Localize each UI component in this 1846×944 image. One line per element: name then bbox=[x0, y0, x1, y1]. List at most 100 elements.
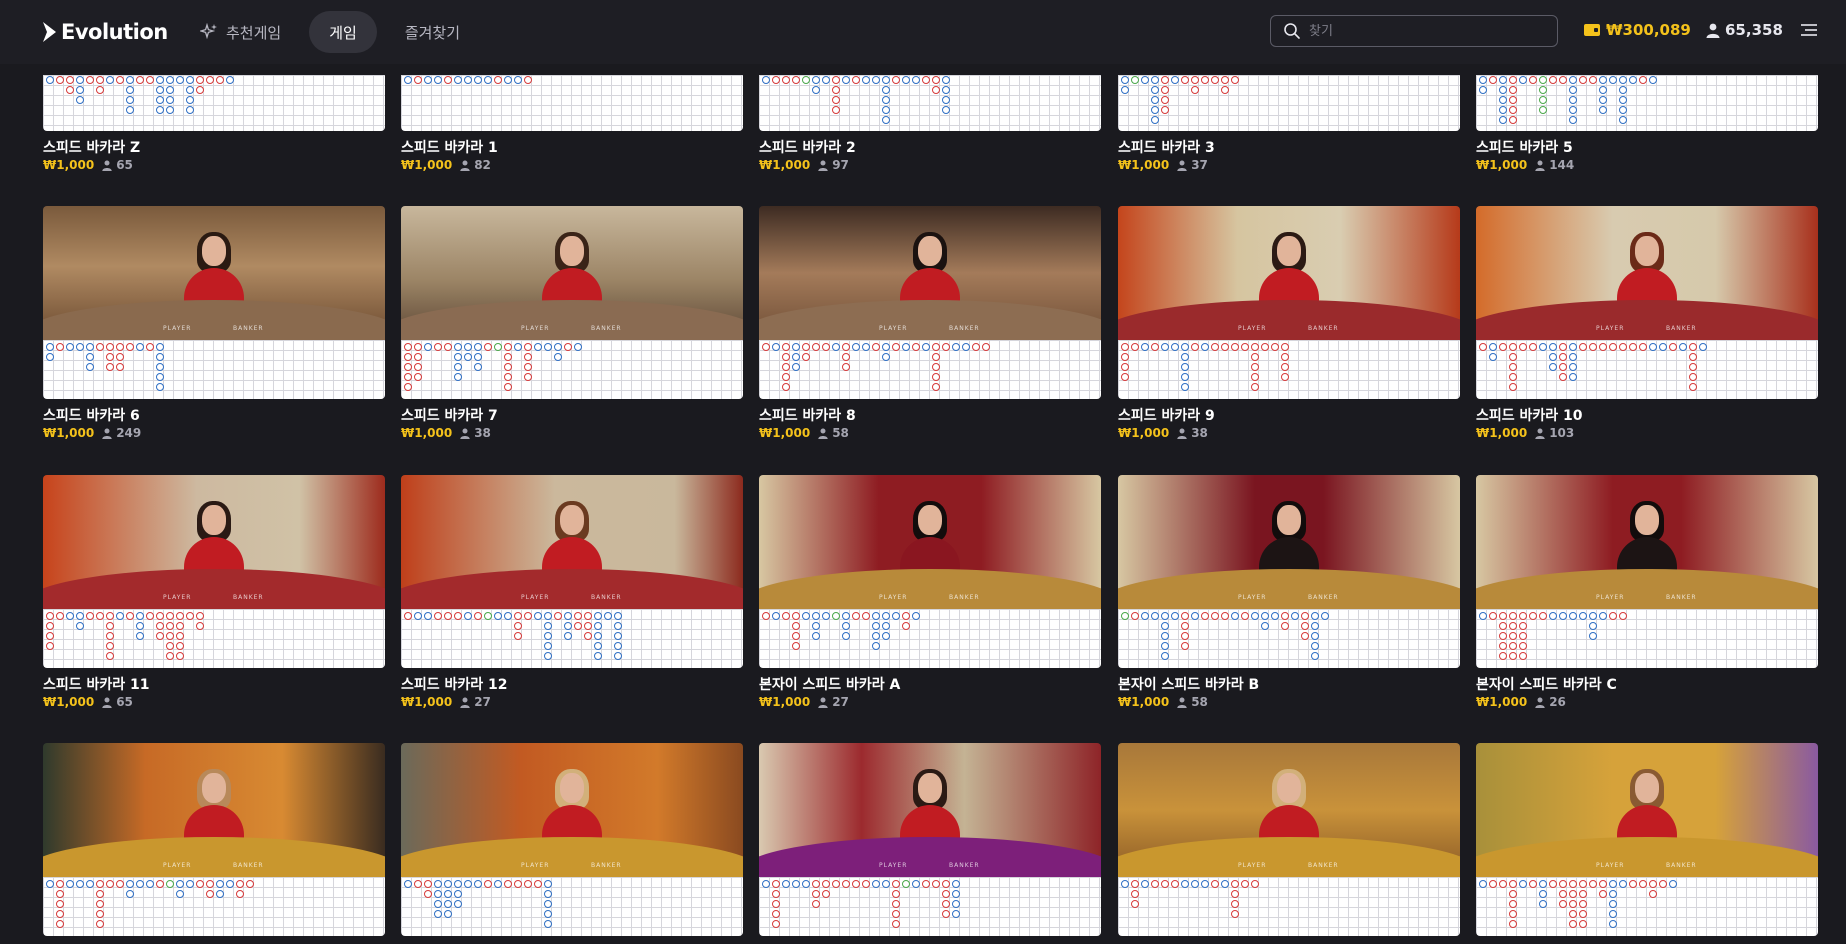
bead-marker bbox=[206, 890, 214, 898]
bead-marker bbox=[146, 612, 154, 620]
bead-marker bbox=[1599, 86, 1607, 94]
table-banker-label: BANKER bbox=[1308, 594, 1339, 601]
game-title[interactable]: 스피드 바카라 10 bbox=[1476, 405, 1583, 425]
bead-road bbox=[43, 75, 385, 131]
player-count-value: 82 bbox=[474, 158, 491, 172]
dealer-thumbnail[interactable]: PLAYER BANKER bbox=[43, 743, 385, 877]
bead-marker bbox=[762, 612, 770, 620]
bead-marker bbox=[46, 353, 54, 361]
search-box[interactable] bbox=[1270, 15, 1558, 47]
bead-marker bbox=[1151, 612, 1159, 620]
balance-display[interactable]: ₩300,089 bbox=[1584, 21, 1691, 39]
player-count: 37 bbox=[1177, 158, 1208, 172]
bead-marker bbox=[1261, 622, 1269, 630]
bead-marker bbox=[544, 612, 552, 620]
bead-marker bbox=[96, 890, 104, 898]
bead-marker bbox=[1629, 343, 1637, 351]
bead-marker bbox=[444, 880, 452, 888]
dealer-thumbnail[interactable]: PLAYER BANKER bbox=[1118, 475, 1460, 609]
dealer-thumbnail[interactable]: PLAYER BANKER bbox=[759, 743, 1101, 877]
bead-marker bbox=[156, 363, 164, 371]
nav-item-favorites[interactable]: 즐겨찾기 bbox=[385, 11, 480, 53]
dealer-scene: PLAYER BANKER bbox=[1118, 206, 1460, 340]
bead-marker bbox=[872, 76, 880, 84]
user-icon bbox=[102, 428, 112, 439]
bead-marker bbox=[1489, 612, 1497, 620]
bead-marker bbox=[782, 612, 790, 620]
evolution-logo[interactable]: Evolution bbox=[42, 18, 168, 46]
bead-marker bbox=[1569, 910, 1577, 918]
bead-marker bbox=[1211, 76, 1219, 84]
game-title[interactable]: 스피드 바카라 11 bbox=[43, 674, 150, 694]
bead-marker bbox=[494, 343, 502, 351]
game-title[interactable]: 스피드 바카라 9 bbox=[1118, 405, 1215, 425]
bead-marker bbox=[156, 383, 164, 391]
bead-marker bbox=[1161, 642, 1169, 650]
dealer-thumbnail[interactable]: PLAYER BANKER bbox=[1476, 475, 1818, 609]
bead-marker bbox=[782, 76, 790, 84]
bead-marker bbox=[504, 343, 512, 351]
bead-marker bbox=[414, 353, 422, 361]
table-player-label: PLAYER bbox=[879, 325, 908, 332]
game-title[interactable]: 스피드 바카라 8 bbox=[759, 405, 856, 425]
bead-marker bbox=[1509, 890, 1517, 898]
bead-marker bbox=[1251, 343, 1259, 351]
player-count-value: 97 bbox=[832, 158, 849, 172]
dealer-thumbnail[interactable]: PLAYER BANKER bbox=[1476, 206, 1818, 340]
table-player-label: PLAYER bbox=[1596, 862, 1625, 869]
bead-marker bbox=[56, 920, 64, 928]
bead-marker bbox=[792, 622, 800, 630]
bead-marker bbox=[404, 373, 412, 381]
bead-marker bbox=[872, 622, 880, 630]
game-meta: ₩1,000 27 bbox=[401, 695, 491, 709]
bead-marker bbox=[1311, 652, 1319, 660]
min-bet: ₩1,000 bbox=[759, 426, 811, 440]
nav-item-games[interactable]: 게임 bbox=[309, 11, 377, 53]
game-title[interactable]: 본자이 스피드 바카라 C bbox=[1476, 674, 1617, 694]
user-icon bbox=[460, 160, 470, 171]
menu-icon[interactable] bbox=[1800, 22, 1818, 38]
dealer-thumbnail[interactable]: PLAYER BANKER bbox=[401, 475, 743, 609]
game-meta: ₩1,000 82 bbox=[401, 158, 491, 172]
bead-marker bbox=[544, 880, 552, 888]
bead-marker bbox=[862, 612, 870, 620]
bead-marker bbox=[156, 76, 164, 84]
bead-marker bbox=[116, 343, 124, 351]
bead-marker bbox=[1559, 343, 1567, 351]
dealer-thumbnail[interactable]: PLAYER BANKER bbox=[43, 206, 385, 340]
dealer-scene: PLAYER BANKER bbox=[759, 206, 1101, 340]
min-bet: ₩1,000 bbox=[1476, 158, 1528, 172]
dealer-thumbnail[interactable]: PLAYER BANKER bbox=[43, 475, 385, 609]
dealer-thumbnail[interactable]: PLAYER BANKER bbox=[401, 743, 743, 877]
bead-marker bbox=[1191, 612, 1199, 620]
bead-marker bbox=[1509, 652, 1517, 660]
dealer-thumbnail[interactable]: PLAYER BANKER bbox=[401, 206, 743, 340]
bead-marker bbox=[1311, 622, 1319, 630]
table-player-label: PLAYER bbox=[163, 325, 192, 332]
bead-marker bbox=[1181, 343, 1189, 351]
nav-item-recommended[interactable]: 추천게임 bbox=[180, 11, 301, 53]
game-title[interactable]: 본자이 스피드 바카라 B bbox=[1118, 674, 1259, 694]
bead-marker bbox=[872, 612, 880, 620]
search-input[interactable] bbox=[1309, 23, 1549, 39]
bead-marker bbox=[1619, 343, 1627, 351]
dealer-thumbnail[interactable]: PLAYER BANKER bbox=[1118, 743, 1460, 877]
bead-marker bbox=[404, 363, 412, 371]
game-title[interactable]: 스피드 바카라 1 bbox=[401, 137, 498, 157]
dealer-thumbnail[interactable]: PLAYER BANKER bbox=[759, 206, 1101, 340]
game-meta: ₩1,000 38 bbox=[1118, 426, 1208, 440]
dealer-thumbnail[interactable]: PLAYER BANKER bbox=[759, 475, 1101, 609]
game-title[interactable]: 스피드 바카라 Z bbox=[43, 137, 140, 157]
dealer-thumbnail[interactable]: PLAYER BANKER bbox=[1476, 743, 1818, 877]
game-title[interactable]: 스피드 바카라 5 bbox=[1476, 137, 1573, 157]
game-title[interactable]: 스피드 바카라 12 bbox=[401, 674, 508, 694]
dealer-thumbnail[interactable]: PLAYER BANKER bbox=[1118, 206, 1460, 340]
bead-marker bbox=[1131, 900, 1139, 908]
game-title[interactable]: 본자이 스피드 바카라 A bbox=[759, 674, 900, 694]
bead-marker bbox=[922, 76, 930, 84]
game-title[interactable]: 스피드 바카라 6 bbox=[43, 405, 140, 425]
game-title[interactable]: 스피드 바카라 3 bbox=[1118, 137, 1215, 157]
user-icon bbox=[102, 697, 112, 708]
game-title[interactable]: 스피드 바카라 2 bbox=[759, 137, 856, 157]
game-title[interactable]: 스피드 바카라 7 bbox=[401, 405, 498, 425]
